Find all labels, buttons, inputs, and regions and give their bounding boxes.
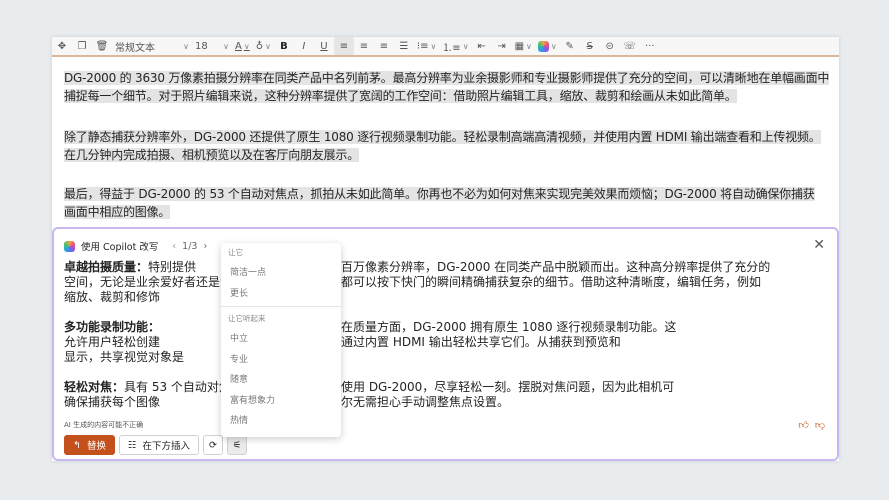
more-icon[interactable]: ··· [640, 37, 660, 55]
paragraph-line: 捕捉每一个细节。对于照片编辑来说，这种分辨率提供了宽阔的工作空间：借助照片编辑工… [64, 89, 737, 103]
thumbs-down-icon[interactable]: 👎︎ [815, 419, 825, 431]
panel-title: 使用 Copilot 改写 [81, 242, 159, 253]
menu-item-longer[interactable]: 更长 [221, 284, 341, 305]
strikethrough-icon[interactable]: S [580, 37, 600, 55]
copilot-rewrite-panel: 使用 Copilot 改写 ‹ 1/3 › ✕ 卓越拍摄质量：特别提供 空间，无… [52, 227, 839, 461]
refresh-icon: ⟳ [209, 439, 218, 451]
toolbar: ✥ ❐ 🗑 常规文本 ∨ 18 ∨ A ∨ ♁ ∨ B I U ≡ ≡ ≡ ☰ ⁝≡ ∨ … [52, 37, 839, 57]
comment-icon[interactable]: ☏ [620, 37, 640, 55]
copilot-icon[interactable]: ∨ [535, 37, 560, 55]
insert-below-icon: ☷ [127, 439, 137, 451]
bullet-list-icon[interactable]: ⁝≡ ∨ [414, 37, 439, 55]
style-dropdown[interactable]: 常规文本 ∨ [112, 37, 192, 55]
copilot-logo-icon [64, 240, 75, 252]
indent-icon[interactable]: ⇥ [492, 37, 512, 55]
paragraph-line: 最后，得益于 DG-2000 的 53 个自动对焦点，抓拍从未如此简单。你再也不… [64, 187, 815, 201]
replace-button[interactable]: ↰ 替换 [64, 435, 115, 455]
paragraph-line: 除了静态捕获分辨率外，DG-2000 还提供了原生 1080 逐行视频录制功能。… [64, 130, 821, 144]
close-icon[interactable]: ✕ [813, 237, 825, 253]
copy-icon[interactable]: ❐ [72, 37, 92, 55]
adjust-button[interactable]: ⚟ [227, 435, 248, 455]
paragraph-line: DG-2000 的 3630 万像素拍摄分辨率在同类产品中名列前茅。最高分辨率为… [64, 71, 830, 85]
align-left-icon[interactable]: ≡ [333, 37, 354, 55]
align-right-icon[interactable]: ≡ [374, 37, 394, 55]
italic-button[interactable]: I [294, 37, 314, 55]
regenerate-button[interactable]: ⟳ [203, 435, 224, 455]
previous-icon[interactable]: ‹ [172, 241, 176, 252]
underline-button[interactable]: U [314, 37, 334, 55]
adjust-menu: 让它 简洁一点 更长 让它听起来 中立 专业 随意 富有想象力 热情 [221, 243, 341, 437]
menu-item-imaginative[interactable]: 富有想象力 [221, 391, 341, 412]
thumbs-up-icon[interactable]: 👍︎ [798, 419, 808, 431]
numbered-list-icon[interactable]: ⒈≡ ∨ [439, 37, 471, 55]
edit-icon[interactable]: ✎ [560, 37, 580, 55]
bold-button[interactable]: B [274, 37, 294, 55]
insert-below-button[interactable]: ☷ 在下方插入 [118, 435, 200, 455]
ai-disclaimer: AI 生成的内容可能不正确 [64, 421, 144, 429]
pager: 1/3 [182, 240, 198, 252]
align-center-icon[interactable]: ≡ [354, 37, 374, 55]
font-color-icon[interactable]: A ∨ [232, 37, 253, 55]
menu-item-casual[interactable]: 随意 [221, 370, 341, 391]
menu-item-neutral[interactable]: 中立 [221, 329, 341, 350]
menu-item-enthusiastic[interactable]: 热情 [221, 411, 341, 432]
delete-icon[interactable]: 🗑 [92, 37, 112, 55]
paragraph-line: 画面中相应的图像。 [64, 205, 171, 219]
menu-item-professional[interactable]: 专业 [221, 350, 341, 371]
paragraph-line: 在几分钟内完成拍摄、相机预览以及在客厅向朋友展示。 [64, 148, 360, 162]
editor-card: ✥ ❐ 🗑 常规文本 ∨ 18 ∨ A ∨ ♁ ∨ B I U ≡ ≡ ≡ ☰ ⁝≡ ∨ … [52, 37, 839, 461]
chevron-down-icon: ∨ [223, 41, 229, 51]
sliders-icon: ⚟ [232, 439, 242, 451]
menu-item-concise[interactable]: 简洁一点 [221, 263, 341, 284]
outdent-icon[interactable]: ⇤ [472, 37, 492, 55]
replace-icon: ↰ [73, 439, 81, 451]
justify-icon[interactable]: ☰ [394, 37, 414, 55]
table-icon[interactable]: ▦ ∨ [512, 37, 535, 55]
link-icon[interactable]: ⊝ [600, 37, 620, 55]
document-body[interactable]: DG-2000 的 3630 万像素拍摄分辨率在同类产品中名列前茅。最高分辨率为… [52, 59, 839, 225]
move-icon[interactable]: ✥ [52, 37, 72, 55]
highlight-icon[interactable]: ♁ ∨ [253, 37, 274, 55]
chevron-down-icon: ∨ [183, 41, 189, 51]
next-icon[interactable]: › [203, 241, 207, 252]
divider [221, 306, 341, 307]
font-size-dropdown[interactable]: 18 ∨ [192, 37, 232, 55]
